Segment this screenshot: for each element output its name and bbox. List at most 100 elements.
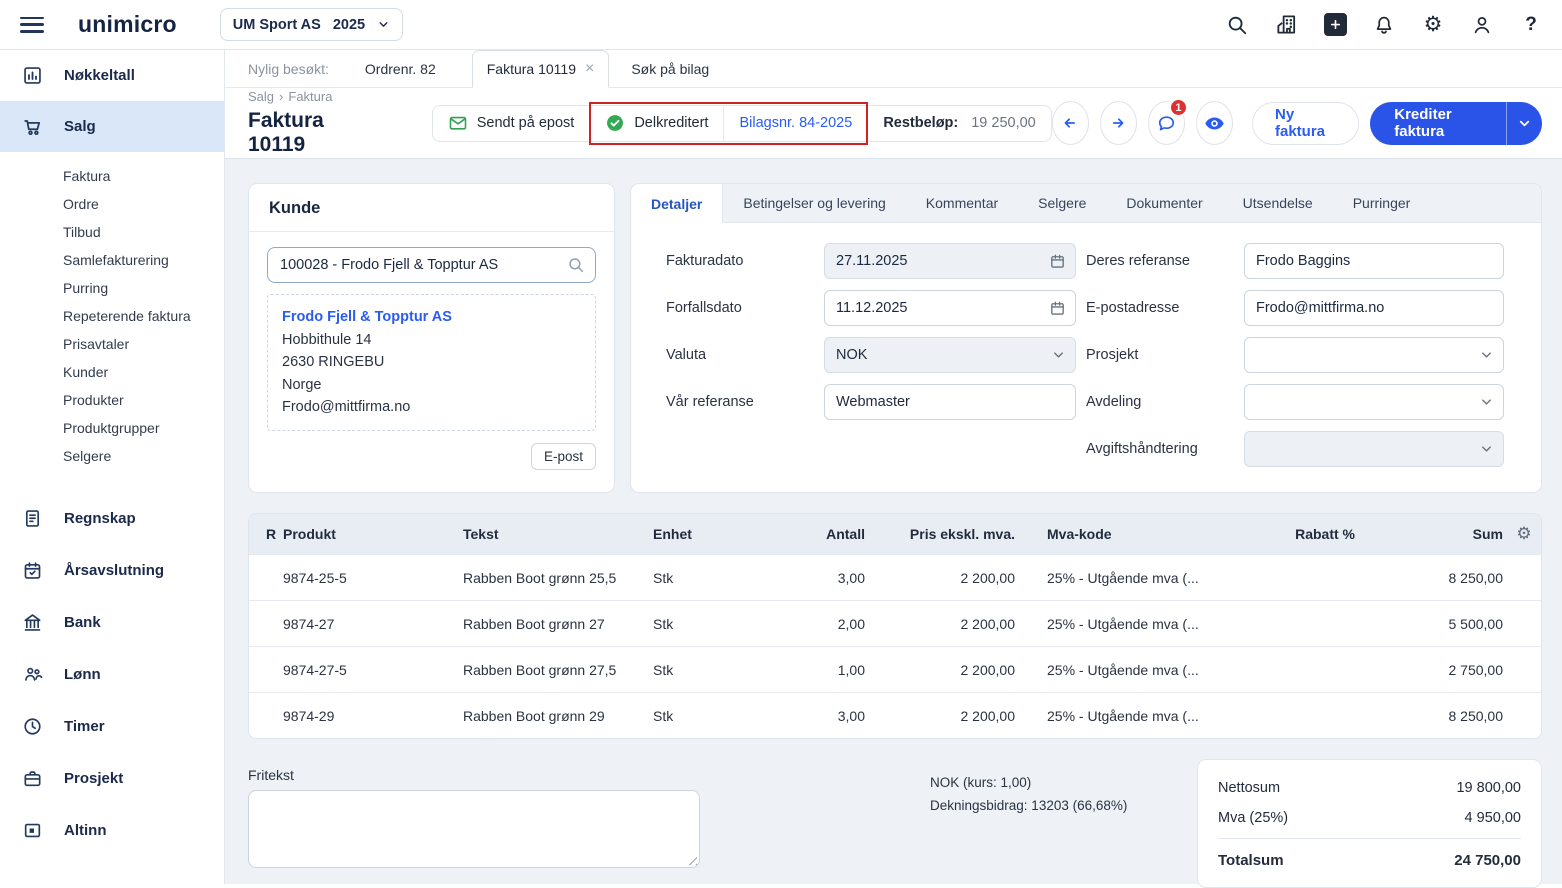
- search-icon[interactable]: [1224, 12, 1250, 38]
- previous-button[interactable]: [1052, 101, 1089, 145]
- tab-selgere[interactable]: Selgere: [1018, 184, 1106, 222]
- table-row[interactable]: 9874-27-5 Rabben Boot grønn 27,5 Stk 1,0…: [249, 646, 1541, 692]
- sidebar-subitem-produkter[interactable]: Produkter: [0, 386, 224, 414]
- sidebar-item-regnskap[interactable]: Regnskap: [0, 492, 224, 544]
- tab-detaljer[interactable]: Detaljer: [631, 184, 723, 223]
- sidebar-subitem-repeterende-faktura[interactable]: Repeterende faktura: [0, 302, 224, 330]
- col-header-tekst[interactable]: Tekst: [459, 526, 649, 542]
- sidebar-item-arsavslutning[interactable]: Årsavslutning: [0, 544, 224, 596]
- breadcrumb: Salg›Faktura: [248, 89, 369, 104]
- col-header-pris[interactable]: Pris ekskl. mva.: [869, 526, 1019, 542]
- currency-rate-text: NOK (kurs: 1,00): [930, 771, 1127, 794]
- company-selector[interactable]: UM Sport AS 2025: [220, 8, 403, 41]
- cell-enhet: Stk: [649, 616, 749, 632]
- due-date-input[interactable]: [825, 300, 1075, 316]
- tab-purringer[interactable]: Purringer: [1333, 184, 1431, 222]
- voucher-link[interactable]: Bilagsnr. 84-2025: [724, 115, 867, 131]
- table-row[interactable]: 9874-27 Rabben Boot grønn 27 Stk 2,00 2 …: [249, 600, 1541, 646]
- sidebar-subitem-selgere[interactable]: Selgere: [0, 442, 224, 470]
- sidebar-item-bank[interactable]: Bank: [0, 596, 224, 648]
- settings-gear-icon[interactable]: ⚙: [1420, 12, 1446, 38]
- sidebar-item-lonn[interactable]: Lønn: [0, 648, 224, 700]
- col-header-produkt[interactable]: Produkt: [279, 526, 459, 542]
- sidebar-item-altinn[interactable]: Altinn: [0, 804, 224, 856]
- customer-search-input[interactable]: [268, 257, 567, 273]
- our-reference-input[interactable]: [825, 394, 1075, 410]
- col-header-rabatt[interactable]: Rabatt %: [1249, 526, 1359, 542]
- table-settings-gear-icon[interactable]: ⚙: [1505, 524, 1542, 544]
- sidebar-item-nokkeltall[interactable]: Nøkkeltall: [0, 50, 224, 101]
- chevron-down-icon: [377, 18, 390, 31]
- invoice-date-field[interactable]: [824, 243, 1076, 279]
- field-label-deres-referanse: Deres referanse: [1086, 253, 1244, 269]
- create-new-icon[interactable]: [1322, 12, 1348, 38]
- tab-kommentar[interactable]: Kommentar: [906, 184, 1018, 222]
- tab-betingelser-og-levering[interactable]: Betingelser og levering: [723, 184, 905, 222]
- col-header-sum[interactable]: Sum: [1359, 526, 1505, 542]
- chevron-down-icon: [1479, 348, 1494, 363]
- cell-mva: 25% - Utgående mva (...: [1019, 662, 1249, 678]
- project-select[interactable]: [1244, 337, 1504, 373]
- sidebar-subitem-ordre[interactable]: Ordre: [0, 190, 224, 218]
- email-address-input[interactable]: [1245, 300, 1503, 316]
- customer-email: Frodo@mittfirma.no: [282, 396, 581, 419]
- sidebar-item-salg[interactable]: Salg: [0, 101, 224, 152]
- their-reference-input[interactable]: [1245, 253, 1503, 269]
- user-profile-icon[interactable]: [1469, 12, 1495, 38]
- invoice-lines-table: R Produkt Tekst Enhet Antall Pris ekskl.…: [248, 513, 1542, 739]
- active-document-tab[interactable]: Faktura 10119 ×: [472, 50, 610, 88]
- notifications-bell-icon[interactable]: [1371, 12, 1397, 38]
- fritekst-textarea[interactable]: [248, 790, 700, 868]
- col-header-antall[interactable]: Antall: [749, 526, 869, 542]
- col-header-r[interactable]: R: [249, 526, 279, 542]
- sidebar-subitem-purring[interactable]: Purring: [0, 274, 224, 302]
- tab-sok-pa-bilag[interactable]: Søk på bilag: [631, 50, 709, 87]
- calendar-icon[interactable]: [1049, 253, 1066, 270]
- table-row[interactable]: 9874-25-5 Rabben Boot grønn 25,5 Stk 3,0…: [249, 554, 1541, 600]
- department-select[interactable]: [1244, 384, 1504, 420]
- sidebar-subitem-produktgrupper[interactable]: Produktgrupper: [0, 414, 224, 442]
- cell-pris: 2 200,00: [869, 662, 1019, 678]
- cell-produkt: 9874-27-5: [279, 662, 459, 678]
- due-date-field[interactable]: [824, 290, 1076, 326]
- sidebar-subitem-prisavtaler[interactable]: Prisavtaler: [0, 330, 224, 358]
- recent-tab-ordrenr[interactable]: Ordrenr. 82: [365, 50, 436, 87]
- sidebar-item-prosjekt[interactable]: Prosjekt: [0, 752, 224, 804]
- credit-invoice-label: Krediter faktura: [1370, 102, 1505, 145]
- hamburger-menu-icon[interactable]: [20, 17, 44, 33]
- new-invoice-button[interactable]: Ny faktura: [1252, 102, 1359, 145]
- credit-invoice-dropdown[interactable]: [1506, 102, 1542, 145]
- document-icon: [22, 508, 44, 529]
- close-tab-icon[interactable]: ×: [585, 60, 594, 78]
- tab-utsendelse[interactable]: Utsendelse: [1223, 184, 1333, 222]
- table-row[interactable]: 9874-29 Rabben Boot grønn 29 Stk 3,00 2 …: [249, 692, 1541, 738]
- col-header-mva-kode[interactable]: Mva-kode: [1019, 526, 1249, 542]
- invoice-date-input[interactable]: [825, 253, 1075, 269]
- sidebar-subitem-kunder[interactable]: Kunder: [0, 358, 224, 386]
- credit-invoice-button[interactable]: Krediter faktura: [1370, 102, 1542, 145]
- customer-name-link[interactable]: Frodo Fjell & Topptur AS: [282, 306, 581, 329]
- cell-tekst: Rabben Boot grønn 29: [459, 708, 649, 724]
- sidebar-item-timer[interactable]: Timer: [0, 700, 224, 752]
- help-icon[interactable]: ?: [1518, 12, 1544, 38]
- sidebar-subitem-tilbud[interactable]: Tilbud: [0, 218, 224, 246]
- email-button[interactable]: E-post: [531, 443, 596, 470]
- comments-button[interactable]: 1: [1148, 101, 1185, 145]
- sidebar-subitem-faktura[interactable]: Faktura: [0, 162, 224, 190]
- calendar-icon[interactable]: [1049, 300, 1066, 317]
- currency-select[interactable]: NOK: [824, 337, 1076, 373]
- cell-mva: 25% - Utgående mva (...: [1019, 570, 1249, 586]
- our-reference-field[interactable]: [824, 384, 1076, 420]
- vat-handling-select[interactable]: [1244, 431, 1504, 467]
- tab-dokumenter[interactable]: Dokumenter: [1106, 184, 1222, 222]
- their-reference-field[interactable]: [1244, 243, 1504, 279]
- breadcrumb-parent[interactable]: Salg: [248, 89, 274, 104]
- search-icon[interactable]: [567, 256, 585, 274]
- company-register-icon[interactable]: [1273, 12, 1299, 38]
- next-button[interactable]: [1100, 101, 1137, 145]
- email-address-field[interactable]: [1244, 290, 1504, 326]
- customer-search-field[interactable]: [267, 247, 596, 283]
- sidebar-subitem-samlefakturering[interactable]: Samlefakturering: [0, 246, 224, 274]
- col-header-enhet[interactable]: Enhet: [649, 526, 749, 542]
- preview-button[interactable]: [1196, 101, 1233, 145]
